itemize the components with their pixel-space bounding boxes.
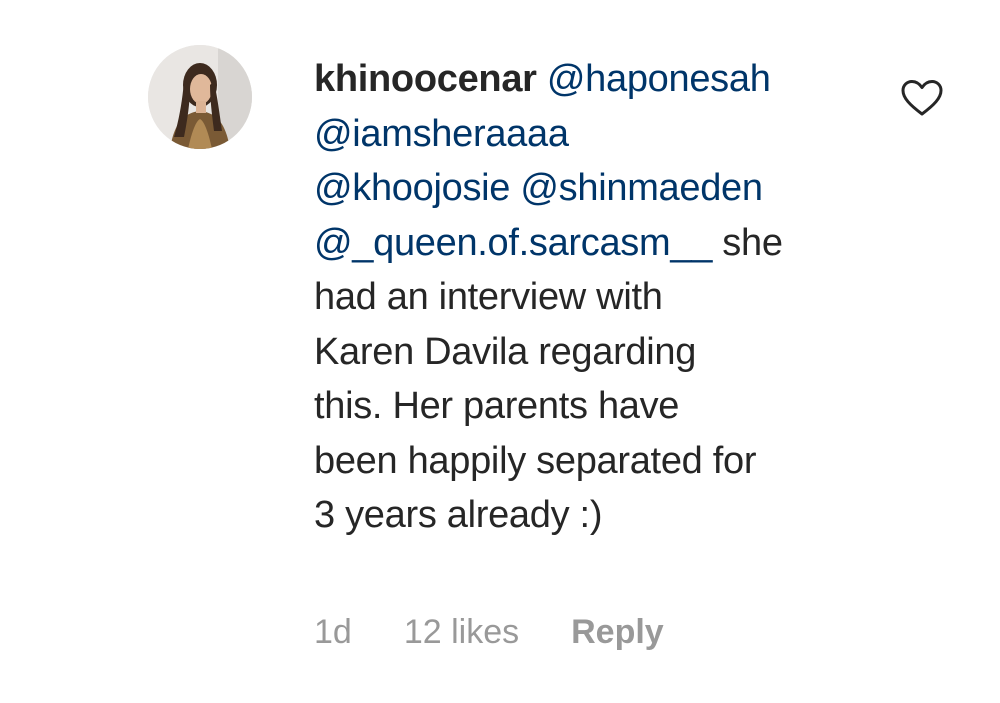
comment-meta: 1d 12 likes Reply bbox=[314, 610, 664, 654]
comment-line-3: @khoojosie @shinmaeden bbox=[314, 161, 874, 216]
comment-text: she bbox=[712, 221, 783, 264]
timestamp[interactable]: 1d bbox=[314, 610, 352, 654]
comment-line-7: this. Her parents have bbox=[314, 379, 874, 434]
reply-button[interactable]: Reply bbox=[571, 610, 664, 654]
mention-link[interactable]: @_queen.of.sarcasm__ bbox=[314, 222, 712, 264]
comment: khinoocenar @haponesah @iamsheraaaa @khooj… bbox=[0, 0, 1000, 703]
likes-count-button[interactable]: 12 likes bbox=[404, 610, 519, 654]
username-link[interactable]: khinoocenar bbox=[314, 58, 537, 100]
mention-link[interactable]: @iamsheraaaa bbox=[314, 113, 569, 155]
heart-outline-icon[interactable] bbox=[900, 78, 944, 118]
comment-text: Karen Davila regarding bbox=[314, 330, 697, 373]
comment-line-8: been happily separated for bbox=[314, 434, 874, 489]
comment-line-1: khinoocenar @haponesah bbox=[314, 52, 874, 107]
comment-line-6: Karen Davila regarding bbox=[314, 325, 874, 380]
comment-body: khinoocenar @haponesah @iamsheraaaa @khooj… bbox=[314, 52, 874, 543]
avatar-image bbox=[148, 45, 252, 149]
comment-line-5: had an interview with bbox=[314, 270, 874, 325]
comment-line-9: 3 years already :) bbox=[314, 488, 874, 543]
mention-link[interactable]: @khoojosie bbox=[314, 167, 510, 209]
avatar[interactable] bbox=[148, 45, 252, 149]
comment-line-2: @iamsheraaaa bbox=[314, 107, 874, 162]
mention-link[interactable]: @haponesah bbox=[547, 58, 771, 100]
mention-link[interactable]: @shinmaeden bbox=[520, 167, 763, 209]
comment-text: 3 years already :) bbox=[314, 494, 603, 536]
comment-text: had an interview with bbox=[314, 276, 663, 318]
comment-line-4: @_queen.of.sarcasm__ she bbox=[314, 216, 874, 271]
comment-text bbox=[510, 167, 520, 209]
heart-outline-icon-graphic bbox=[901, 80, 943, 116]
comment-text: this. Her parents have bbox=[314, 385, 680, 427]
comment-text: been happily separated for bbox=[314, 439, 757, 482]
